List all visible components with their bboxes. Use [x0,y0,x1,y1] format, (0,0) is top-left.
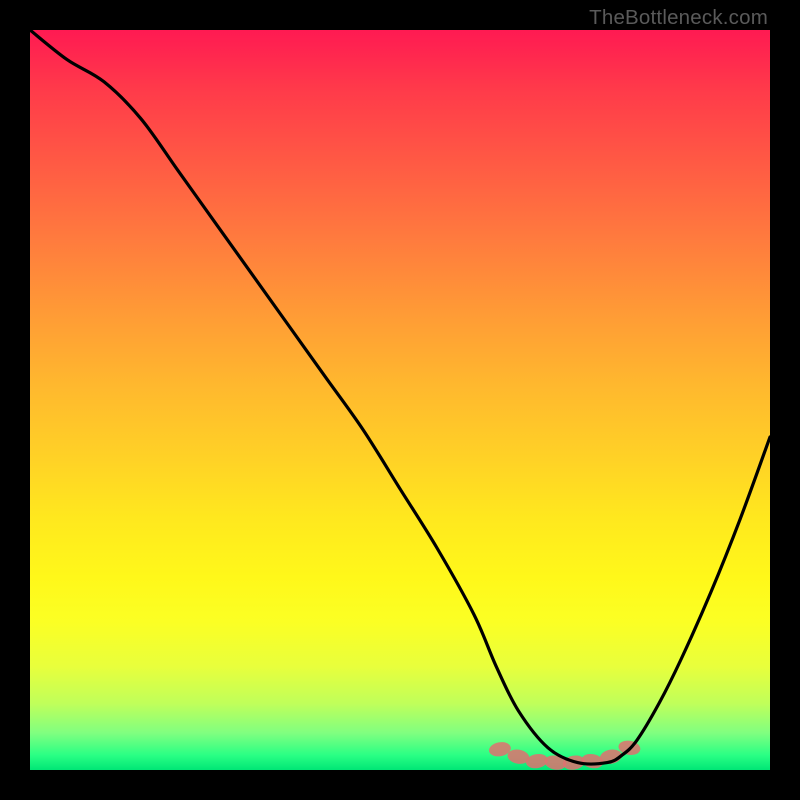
marker-blob [580,752,604,770]
curve-layer [30,30,770,770]
marker-group [488,739,642,770]
watermark-text: TheBottleneck.com [589,6,768,30]
plot-area [30,30,770,770]
chart-frame: TheBottleneck.com [0,0,800,800]
bottleneck-curve-path [30,30,770,764]
